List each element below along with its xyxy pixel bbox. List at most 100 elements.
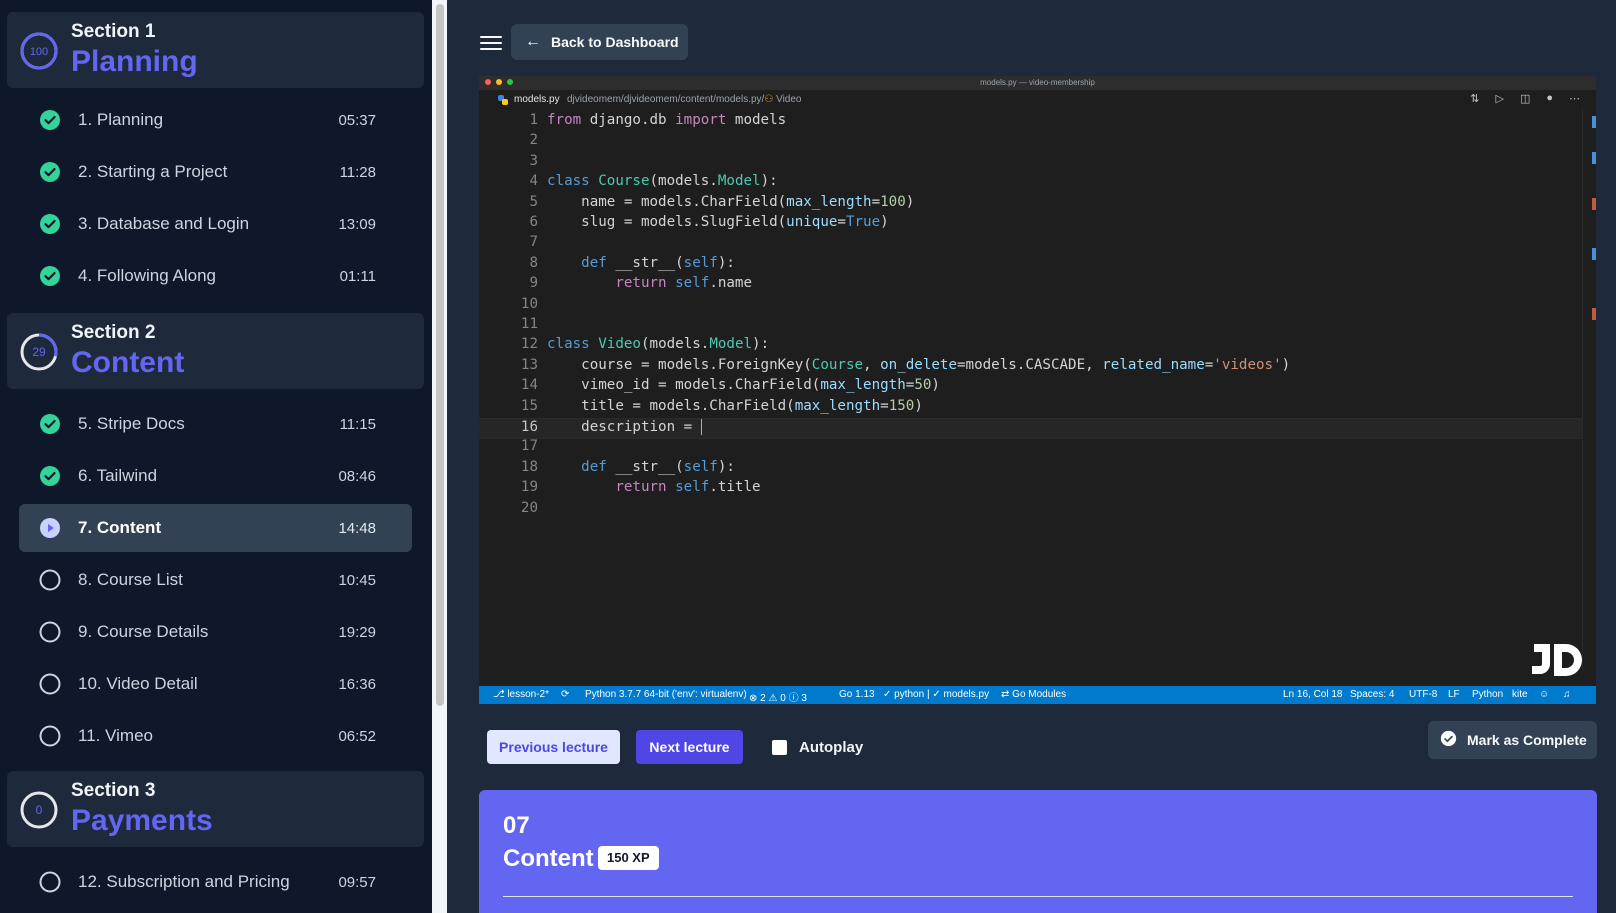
check-circle-icon: [39, 161, 61, 183]
lesson-label: 11. Vimeo: [78, 726, 153, 745]
next-lecture-button[interactable]: Next lecture: [636, 730, 743, 764]
line-number: 16: [520, 419, 538, 435]
line-number: 13: [520, 356, 538, 373]
line-number: 18: [520, 458, 538, 475]
code-text: vimeo_id = models.CharField(max_length=5…: [547, 377, 940, 394]
section-title: Content: [71, 346, 185, 379]
lesson-duration: 14:48: [338, 520, 376, 537]
code-text: return self.title: [615, 479, 761, 496]
section-header-1[interactable]: 100 Section 1 Planning: [7, 12, 424, 88]
line-number: 2: [529, 132, 538, 149]
status-kite: kite: [1512, 689, 1528, 700]
mark-as-complete-label: Mark as Complete: [1467, 732, 1587, 748]
empty-circle-icon: [39, 621, 61, 643]
code-text: name = models.CharField(max_length=100): [547, 193, 915, 210]
more-icon: ⋯: [1569, 93, 1580, 105]
previous-lecture-button[interactable]: Previous lecture: [487, 730, 620, 764]
lesson-item[interactable]: 8. Course List 10:45: [19, 556, 412, 604]
status-encoding: UTF-8: [1409, 689, 1438, 700]
lesson-item[interactable]: 7. Content 14:48: [19, 504, 412, 552]
lesson-item[interactable]: 9. Course Details 19:29: [19, 608, 412, 656]
code-text: course = models.ForeignKey(Course, on_de…: [547, 356, 1291, 373]
editor-titlebar: models.py — video-membership: [479, 76, 1596, 90]
code-line: 8 def __str__(self):: [479, 255, 1582, 276]
lesson-duration: 10:45: [338, 572, 376, 589]
lesson-item[interactable]: 6. Tailwind 08:46: [19, 452, 412, 500]
lesson-item[interactable]: 12. Subscription and Pricing 09:57: [19, 858, 412, 906]
line-number: 9: [529, 275, 538, 292]
line-number: 8: [529, 254, 538, 271]
editor-tabbar: models.py djvideomem/djvideomem/content/…: [479, 90, 1596, 108]
lesson-label: 6. Tailwind: [78, 466, 158, 485]
line-number: 7: [529, 234, 538, 251]
lesson-item[interactable]: 1. Planning 05:37: [19, 96, 412, 144]
code-text: class Video(models.Model):: [547, 336, 770, 353]
lesson-duration: 08:46: [338, 468, 376, 485]
line-number: 10: [520, 295, 538, 312]
section-kicker: Section 2: [71, 322, 156, 343]
editor-window-title: models.py — video-membership: [980, 78, 1095, 87]
sync-icon: ⟳: [561, 689, 570, 700]
section-header-2[interactable]: 29 Section 2 Content: [7, 313, 424, 389]
autoplay-checkbox[interactable]: [772, 740, 787, 755]
line-number: 11: [520, 316, 538, 332]
status-language: Python: [1472, 689, 1504, 700]
sidebar-scrollbar[interactable]: [432, 0, 447, 913]
code-line: 14 vimeo_id = models.CharField(max_lengt…: [479, 377, 1582, 398]
line-number: 17: [520, 438, 538, 455]
hamburger-menu-icon[interactable]: [480, 32, 502, 54]
empty-circle-icon: [39, 569, 61, 591]
status-spaces: Spaces: 4: [1350, 689, 1395, 700]
line-number: 3: [529, 152, 538, 169]
lesson-item[interactable]: 2. Starting a Project 11:28: [19, 148, 412, 196]
check-circle-icon: [39, 109, 61, 131]
text-caret: [700, 419, 702, 435]
section-progress-ring: 0: [19, 790, 59, 830]
lesson-duration: 05:37: [338, 112, 376, 129]
line-number: 1: [529, 112, 538, 128]
lesson-duration: 11:15: [339, 416, 376, 433]
code-line: 6 slug = models.SlugField(unique=True): [479, 214, 1582, 235]
mark-as-complete-button[interactable]: Mark as Complete: [1428, 721, 1597, 759]
lesson-duration: 09:57: [338, 874, 376, 891]
check-circle-icon: [39, 213, 61, 235]
section-progress-ring: 29: [19, 332, 59, 372]
code-line: 15 title = models.CharField(max_length=1…: [479, 398, 1582, 419]
empty-circle-icon: [39, 871, 61, 893]
lesson-label: 10. Video Detail: [78, 674, 198, 693]
lecture-video-frame[interactable]: models.py — video-membership models.py d…: [479, 76, 1596, 704]
course-sidebar: 100 Section 1 Planning 1. Planning 05:37 2. S…: [0, 0, 432, 913]
code-area: 1 from django.db import models 2 3 4 class Co…: [479, 110, 1582, 670]
autoplay-label: Autoplay: [799, 739, 864, 756]
lesson-item[interactable]: 11. Vimeo 06:52: [19, 712, 412, 760]
check-circle-icon: [39, 265, 61, 287]
editor-tab-filename: models.py: [514, 94, 560, 105]
section-kicker: Section 1: [71, 21, 156, 42]
code-line: 5 name = models.CharField(max_length=100…: [479, 194, 1582, 215]
code-line: 7: [479, 234, 1582, 255]
card-divider: [503, 896, 1573, 897]
lecture-number: 07: [503, 812, 530, 839]
empty-circle-icon: [39, 673, 61, 695]
code-line: 13 course = models.ForeignKey(Course, on…: [479, 357, 1582, 378]
code-line: 20: [479, 500, 1582, 521]
empty-circle-icon: [39, 725, 61, 747]
check-circle-icon: [1440, 730, 1457, 750]
section-header-3[interactable]: 0 Section 3 Payments: [7, 771, 424, 847]
editor-toolbar: ⇅ ▷ ◫ ● ⋯: [1470, 92, 1580, 105]
line-number: 15: [520, 397, 538, 414]
lesson-label: 4. Following Along: [78, 266, 216, 285]
lesson-item[interactable]: 3. Database and Login 13:09: [19, 200, 412, 248]
lesson-item[interactable]: 5. Stripe Docs 11:15: [19, 400, 412, 448]
split-editor-icon: ◫: [1519, 93, 1531, 105]
lesson-item[interactable]: 10. Video Detail 16:36: [19, 660, 412, 708]
sidebar-scrollbar-thumb[interactable]: [436, 4, 444, 706]
code-line: 2: [479, 132, 1582, 153]
lesson-item[interactable]: 4. Following Along 01:11: [19, 252, 412, 300]
back-to-dashboard-button[interactable]: ← Back to Dashboard: [511, 24, 688, 60]
code-line: 17: [479, 438, 1582, 459]
editor-statusbar: ⎇ lesson-2* ⟳ Python 3.7.7 64-bit ('env'…: [479, 686, 1596, 704]
section-title: Planning: [71, 45, 198, 78]
status-interpreter: Python 3.7.7 64-bit ('env': virtualenv): [585, 689, 747, 700]
code-text: return self.name: [615, 275, 753, 292]
